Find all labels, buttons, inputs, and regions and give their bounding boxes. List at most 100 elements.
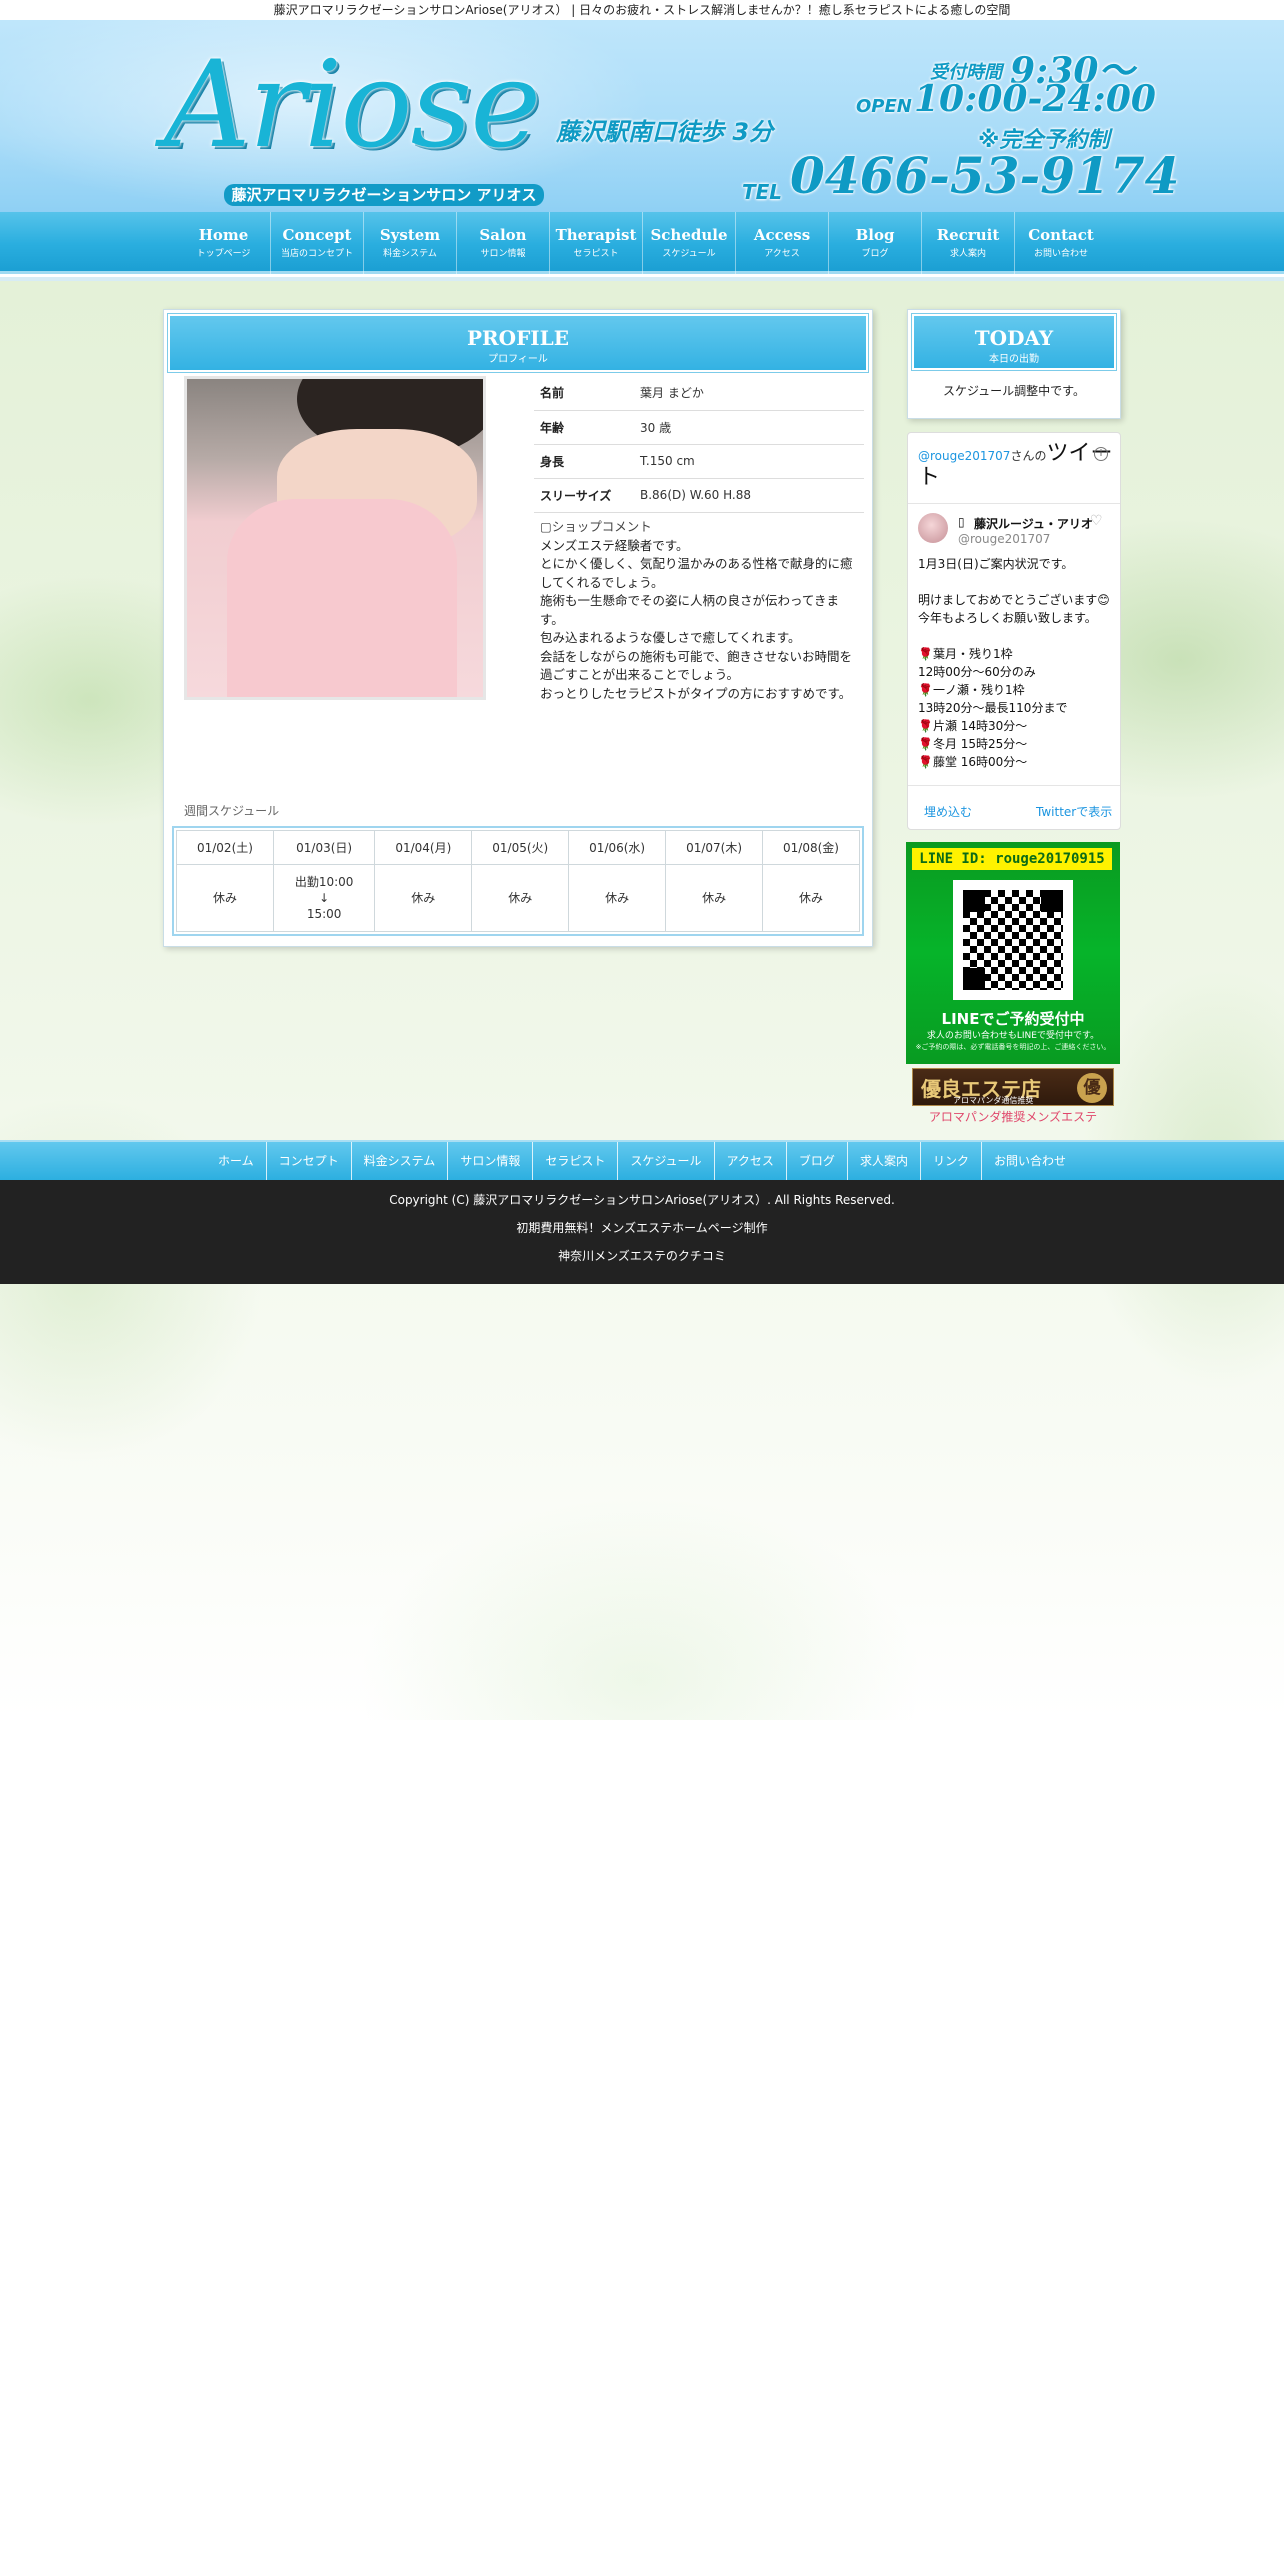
footer-link-kuchikomi[interactable]: 神奈川メンズエステのクチコミ: [0, 1242, 1284, 1270]
nav-item-label: Access: [753, 226, 811, 244]
aroma-panda-link[interactable]: アロマパンダ推奨メンズエステ: [906, 1108, 1120, 1125]
profile-row: 年齢 30 歳: [534, 410, 864, 445]
nav-item-home[interactable]: Home トップページ: [177, 212, 270, 274]
main-nav: Home トップページ Concept 当店のコンセプト System 料金システム Sal…: [0, 212, 1284, 274]
footer-nav-item[interactable]: アクセス: [713, 1142, 786, 1180]
footer-nav-item[interactable]: サロン情報: [447, 1142, 532, 1180]
site-footer: Copyright (C) 藤沢アロマリラクゼーションサロンAriose(アリオ…: [0, 1180, 1284, 1284]
logo-subtitle: 藤沢アロマリラクゼーションサロン アリオス: [224, 184, 544, 206]
tweet-author-name[interactable]: 藤沢ルージュ・アリオ: [974, 515, 1093, 532]
yuryo-badge: 優: [1077, 1073, 1107, 1103]
line-title: LINEでご予約受付中: [941, 1010, 1085, 1028]
nav-item-access[interactable]: Access アクセス: [735, 212, 828, 274]
footer-nav-item[interactable]: ブログ: [785, 1142, 847, 1180]
tweet-line: 🌹藤堂 16時00分～: [918, 755, 1028, 769]
profile-key: 年齢: [534, 410, 634, 445]
photo-top: [227, 499, 457, 697]
nav-item-label: Schedule: [650, 226, 728, 244]
info-icon[interactable]: i: [1094, 447, 1108, 461]
twitter-footer-divider: [908, 785, 1120, 786]
footer-nav-item[interactable]: 料金システム: [350, 1142, 448, 1180]
tweet-line: 1月3日(日)ご案内状況です。: [918, 557, 1074, 571]
nav-item-therapist[interactable]: Therapist セラピスト: [549, 212, 642, 274]
twitter-embed-link[interactable]: 埋め込む: [924, 803, 972, 820]
footer-nav-item[interactable]: コンセプト: [265, 1142, 351, 1180]
nav-item-label: Therapist: [555, 226, 637, 244]
logo-text: Ariose: [164, 36, 541, 175]
footer-nav-item[interactable]: ホーム: [206, 1142, 266, 1180]
tweet-line: 🌹片瀬 14時30分〜: [918, 719, 1028, 733]
twitter-user-link[interactable]: @rouge201707: [918, 449, 1010, 463]
tweet-line: 12時00分～60分のみ: [918, 665, 1036, 679]
yuryo-small: アロマパンダ通信推奨: [953, 1096, 1034, 1105]
nav-item-sublabel: 料金システム: [383, 249, 437, 259]
yuryo-esthe-banner[interactable]: 優良エステ店 アロマパンダ通信推奨 優: [912, 1068, 1114, 1106]
profile-row: 名前 葉月 まどか: [534, 376, 864, 411]
site-logo[interactable]: Ariose 藤沢アロマリラクゼーションサロン アリオス: [164, 36, 544, 206]
schedule-day: 01/05(火): [471, 830, 570, 865]
nav-item-label: Contact: [1028, 226, 1094, 244]
tweet-line: 🌹冬月 15時25分～: [918, 737, 1028, 751]
shop-comment-line: 包み込まれるような優しさで癒してくれます。: [540, 630, 801, 645]
footer-nav-item[interactable]: スケジュール: [617, 1142, 713, 1180]
tweet-body: 1月3日(日)ご案内状況です。明けましておめでとうございます😊 今年もよろしくお願…: [918, 555, 1114, 771]
nav-item-concept[interactable]: Concept 当店のコンセプト: [270, 212, 363, 274]
footer-link-hp[interactable]: 初期費用無料！メンズエステホームページ制作: [0, 1214, 1284, 1242]
nav-item-label: Recruit: [936, 226, 1000, 244]
tweet-line: 明けましておめでとうございます😊: [918, 593, 1110, 607]
schedule-status-line: 休み: [411, 891, 436, 905]
weekly-schedule: 01/02(土) 01/03(日) 01/04(月) 01/05(火) 01/06(水)…: [172, 826, 864, 936]
schedule-status-line: 休み: [605, 891, 630, 905]
footer-nav-item[interactable]: リンク: [919, 1142, 981, 1180]
schedule-status-line: ↓: [319, 891, 330, 905]
site-header: Ariose 藤沢アロマリラクゼーションサロン アリオス 藤沢駅南口徒歩 3分 …: [0, 20, 1284, 212]
nav-item-sublabel: トップページ: [196, 249, 251, 259]
nav-item-label: Concept: [282, 226, 352, 244]
qr-code-pattern: [963, 890, 1063, 990]
line-banner[interactable]: LINE ID: rouge20170915 LINEでご予約受付中 求人のお問…: [906, 842, 1120, 1064]
twitter-view-link[interactable]: Twitterで表示: [1036, 803, 1112, 820]
profile-subtitle: プロフィール: [488, 354, 548, 365]
line-subtitle: 求人のお問い合わせもLINEで受付中です。: [926, 1031, 1100, 1041]
footer-nav-item[interactable]: 求人案内: [846, 1142, 920, 1180]
nav-item-system[interactable]: System 料金システム: [363, 212, 456, 274]
today-panel: TODAY 本日の出勤 スケジュール調整中です。: [907, 309, 1121, 419]
schedule-status: 休み: [471, 864, 570, 932]
tweet-author-handle[interactable]: @rouge201707: [958, 532, 1050, 546]
schedule-status-line: 休み: [212, 891, 237, 905]
schedule-status: 休み: [665, 864, 764, 932]
footer-nav: ホーム コンセプト 料金システム サロン情報 セラピスト スケジュール アクセス ブログ 求人案…: [0, 1140, 1284, 1180]
qr-code: [953, 880, 1073, 1000]
therapist-photo[interactable]: [184, 376, 486, 700]
shop-comment-line: 会話をしながらの施術も可能で、飽きさせないお時間を過ごすことが出来ることでしょう…: [540, 648, 853, 683]
nav-item-sublabel: サロン情報: [480, 249, 526, 259]
avatar[interactable]: [918, 513, 948, 543]
schedule-status: 休み: [176, 864, 274, 932]
nav-item-schedule[interactable]: Schedule スケジュール: [642, 212, 735, 274]
nav-item-salon[interactable]: Salon サロン情報: [456, 212, 549, 274]
schedule-day: 01/02(土): [176, 830, 274, 865]
nav-item-sublabel: 求人案内: [949, 249, 986, 259]
profile-heading: PROFILE プロフィール: [167, 313, 869, 373]
tweet-line: 13時20分～最長110分まで: [918, 701, 1068, 715]
schedule-status-line: 15:00: [306, 907, 342, 921]
weekly-schedule-table: 01/02(土) 01/03(日) 01/04(月) 01/05(火) 01/06(水)…: [176, 830, 860, 932]
tweet-line: 今年もよろしくお願い致します。: [918, 611, 1097, 625]
today-subtitle: 本日の出勤: [989, 354, 1039, 365]
tweet-line: [918, 627, 1114, 645]
main-nav-list: Home トップページ Concept 当店のコンセプト System 料金システム Sal…: [177, 212, 1107, 274]
schedule-day: 01/08(金): [762, 830, 860, 865]
nav-item-contact[interactable]: Contact お問い合わせ: [1014, 212, 1107, 274]
nav-item-sublabel: 当店のコンセプト: [280, 249, 353, 259]
schedule-status: 休み: [374, 864, 473, 932]
profile-key: スリーサイズ: [534, 478, 634, 513]
tel-number[interactable]: 0466-53-9174: [790, 146, 1179, 205]
shop-comment-line: 施術も一生懸命でその姿に人柄の良さが伝わってきます。: [540, 593, 840, 627]
nav-item-recruit[interactable]: Recruit 求人案内: [921, 212, 1014, 274]
nav-item-blog[interactable]: Blog ブログ: [828, 212, 921, 274]
footer-nav-item[interactable]: お問い合わせ: [980, 1142, 1078, 1180]
footer-nav-item[interactable]: セラピスト: [532, 1142, 617, 1180]
open-label: OPEN: [856, 96, 912, 117]
heart-icon[interactable]: ♡: [1090, 513, 1103, 529]
schedule-status: 休み: [568, 864, 667, 932]
